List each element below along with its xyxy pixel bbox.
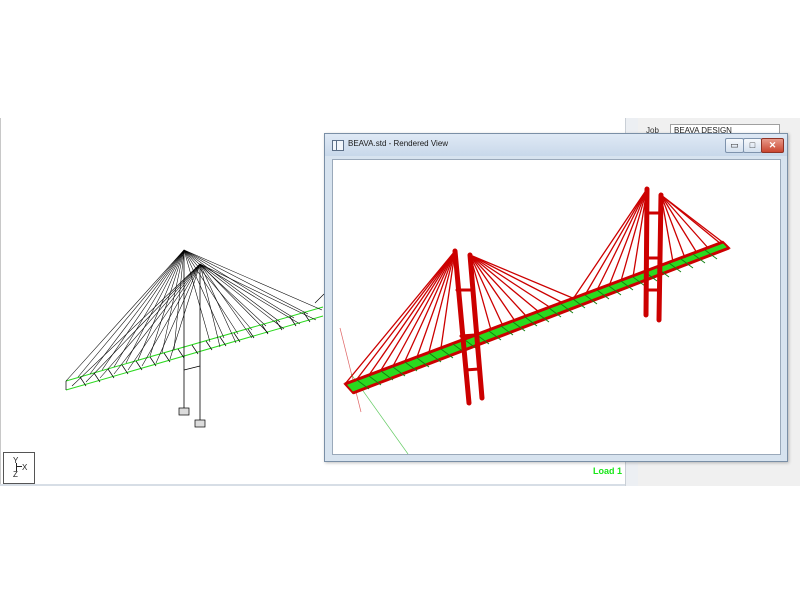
screen: Y X Z Load 1 Job BEAVA DESIGN BEAVA.std … (0, 0, 800, 600)
axis-triad: Y X Z (3, 452, 35, 484)
rendered-view-title: BEAVA.std - Rendered View (348, 139, 449, 148)
rendered-left-pylon (452, 248, 485, 406)
axis-z-label: Z (13, 470, 18, 479)
minimize-button[interactable]: ▭ (725, 138, 744, 153)
rendered-bridge-model (339, 186, 731, 454)
rendered-view-window[interactable]: BEAVA.std - Rendered View ▭ □ ✕ (324, 133, 788, 462)
maximize-button[interactable]: □ (743, 138, 762, 153)
axis-triad-vertical (16, 463, 17, 471)
rendered-view-titlebar[interactable]: BEAVA.std - Rendered View ▭ □ ✕ (325, 134, 787, 156)
window-icon (332, 140, 344, 151)
load-case-label: Load 1 (593, 466, 623, 476)
rendered-view-canvas[interactable] (332, 159, 781, 455)
axis-x-label: X (22, 463, 28, 472)
partial-wireframe-edge (314, 293, 325, 304)
support-blocks (178, 407, 206, 428)
rendered-right-pylon (643, 186, 664, 323)
deck-bracing (65, 312, 311, 390)
close-button[interactable]: ✕ (761, 138, 784, 153)
